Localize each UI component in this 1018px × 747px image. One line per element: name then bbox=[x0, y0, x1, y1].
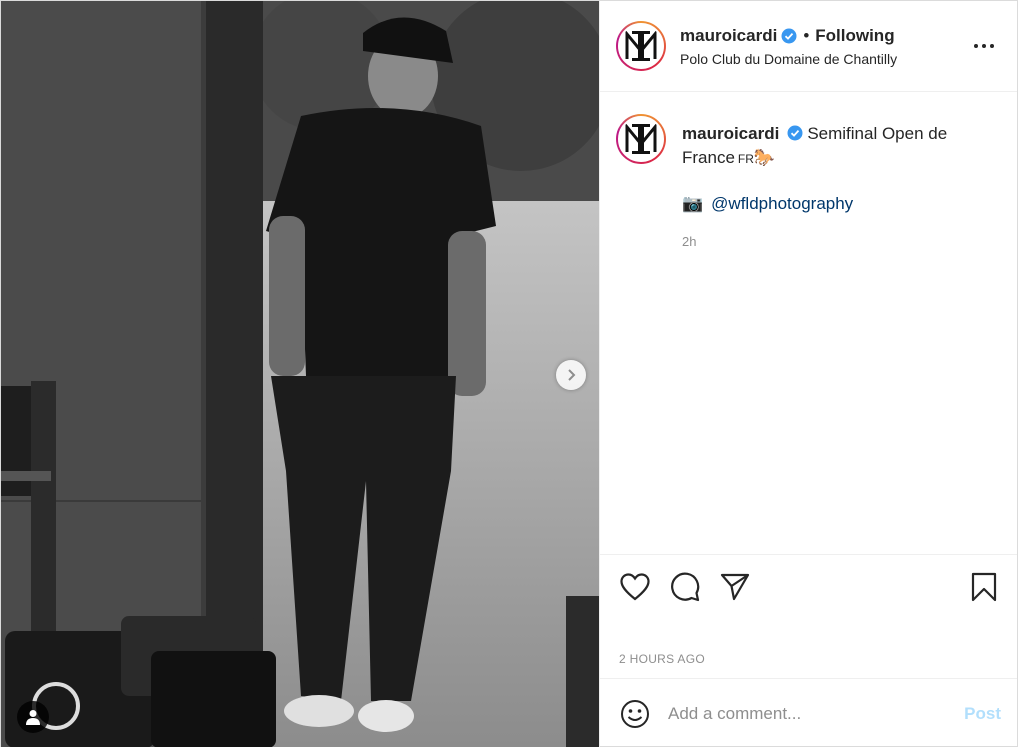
posted-timestamp[interactable]: 2 HOURS AGO bbox=[600, 618, 1017, 678]
comment-input[interactable] bbox=[668, 703, 965, 724]
more-dots-icon bbox=[974, 44, 994, 48]
smiley-icon bbox=[621, 699, 649, 728]
caption-time-ago[interactable]: 2h bbox=[682, 230, 962, 254]
profile-avatar[interactable] bbox=[616, 21, 666, 71]
caption-avatar-image bbox=[618, 116, 664, 162]
comments-section: mauroicardi Semifinal Open de France FR🐎 📷… bbox=[600, 92, 1017, 554]
share-button[interactable] bbox=[718, 570, 752, 604]
caption-username[interactable]: mauroicardi bbox=[682, 124, 779, 143]
paper-plane-icon bbox=[720, 573, 750, 600]
horse-emoji: 🐎 bbox=[753, 148, 776, 167]
tagged-users-button[interactable] bbox=[17, 701, 49, 733]
chevron-right-icon bbox=[568, 369, 576, 381]
caption-text-block: mauroicardi Semifinal Open de France FR🐎 bbox=[682, 122, 962, 171]
verified-badge-icon bbox=[787, 125, 803, 141]
action-bar bbox=[600, 554, 1017, 618]
heart-icon bbox=[620, 572, 650, 600]
instagram-post: mauroicardi • Following Polo Club du Dom… bbox=[0, 0, 1018, 747]
photo-image bbox=[1, 1, 599, 747]
more-options-button[interactable] bbox=[973, 36, 995, 56]
caption-comment: mauroicardi Semifinal Open de France FR🐎 📷… bbox=[616, 114, 1001, 254]
post-details-panel: mauroicardi • Following Polo Club du Dom… bbox=[599, 1, 1017, 747]
comment-button[interactable] bbox=[668, 570, 702, 604]
location-link[interactable]: Polo Club du Domaine de Chantilly bbox=[680, 51, 897, 67]
avatar-image bbox=[618, 23, 664, 69]
save-button[interactable] bbox=[967, 570, 1001, 604]
camera-emoji: 📷 bbox=[682, 194, 704, 213]
header-username[interactable]: mauroicardi bbox=[680, 26, 777, 46]
following-button[interactable]: Following bbox=[815, 26, 894, 46]
emoji-picker-button[interactable] bbox=[618, 697, 652, 731]
post-photo[interactable] bbox=[1, 1, 599, 747]
mi-monogram-logo bbox=[625, 29, 657, 61]
user-icon bbox=[26, 710, 40, 725]
post-header: mauroicardi • Following Polo Club du Dom… bbox=[600, 1, 1017, 92]
photographer-mention-link[interactable]: @wfldphotography bbox=[711, 192, 853, 216]
bookmark-icon bbox=[971, 572, 997, 602]
mi-monogram-logo bbox=[625, 122, 657, 154]
caption-avatar[interactable] bbox=[616, 114, 666, 164]
comment-icon bbox=[671, 572, 700, 601]
add-comment-bar: Post bbox=[600, 678, 1017, 747]
photo-credit: 📷 @wfldphotography bbox=[682, 192, 962, 216]
like-button[interactable] bbox=[618, 570, 652, 604]
post-comment-button[interactable]: Post bbox=[964, 704, 1001, 724]
flag-fr: FR bbox=[737, 152, 754, 166]
separator-dot: • bbox=[803, 25, 810, 45]
next-photo-button[interactable] bbox=[556, 360, 586, 390]
verified-badge-icon bbox=[781, 28, 797, 43]
